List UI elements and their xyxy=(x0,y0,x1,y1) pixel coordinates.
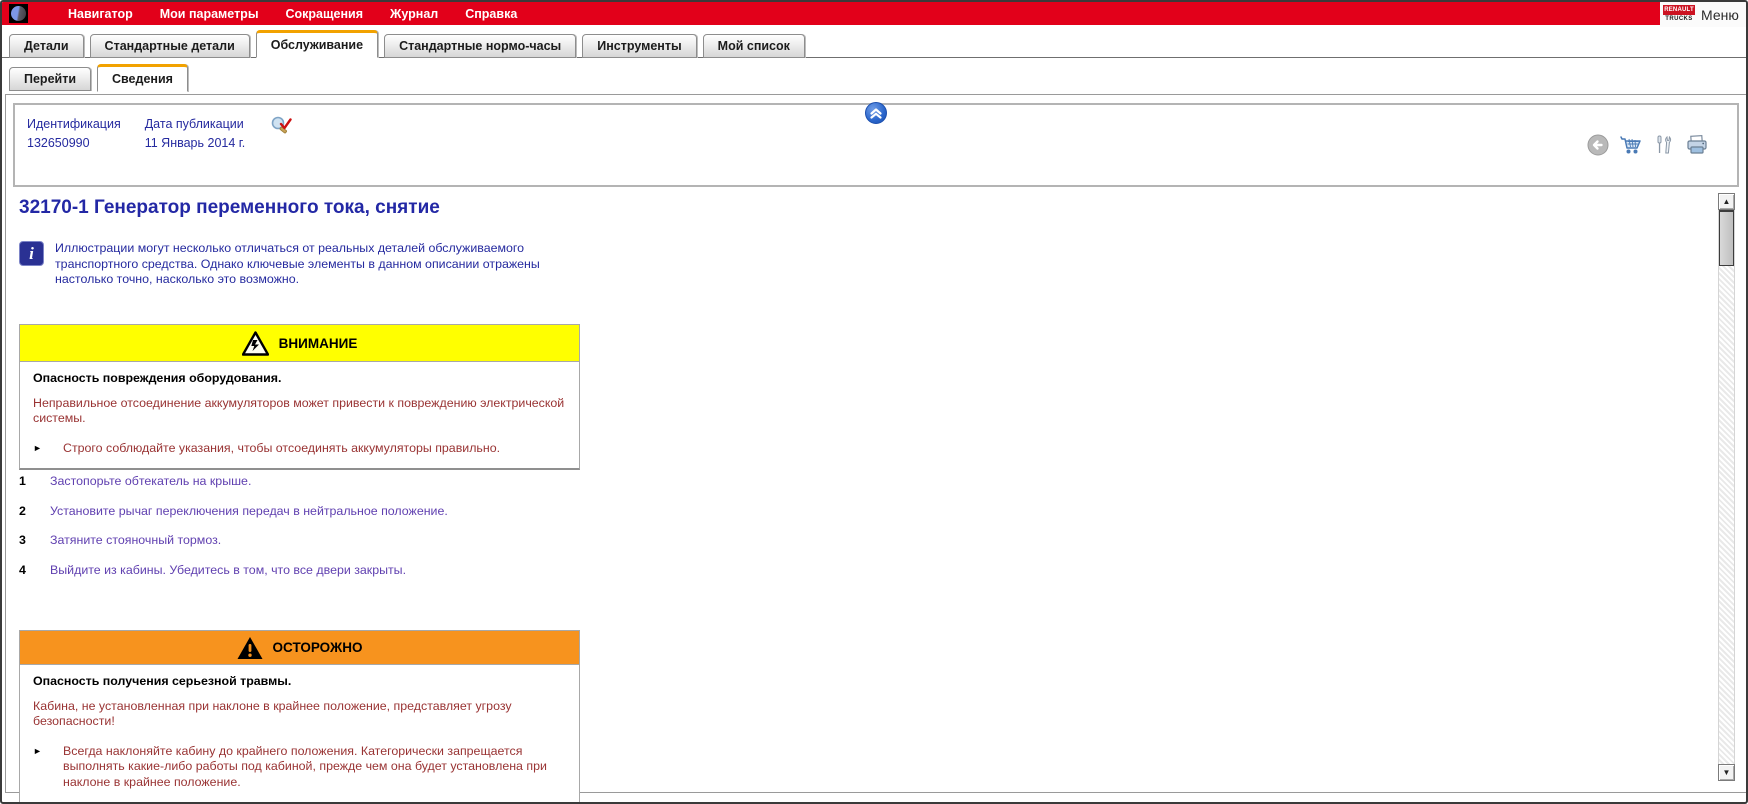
publication-date-value: 11 Январь 2014 г. xyxy=(145,136,246,150)
info-note-text: Иллюстрации могут несколько отличаться о… xyxy=(55,241,583,288)
caution-instruction: ► Строго соблюдайте указания, чтобы отсо… xyxy=(33,441,566,457)
tab-standard-parts[interactable]: Стандартные детали xyxy=(90,34,250,58)
cart-icon[interactable] xyxy=(1619,133,1643,157)
top-navigation: Навигатор Мои параметры Сокращения Журна… xyxy=(68,7,517,21)
tools-icon[interactable] xyxy=(1652,133,1676,157)
warning-instruction-text: Всегда наклоняйте кабину до крайнего пол… xyxy=(63,744,566,791)
caution-box-header: ВНИМАНИЕ xyxy=(20,325,579,362)
bullet-arrow-icon: ► xyxy=(33,744,63,791)
scrollbar-thumb[interactable] xyxy=(1719,210,1734,266)
caution-instruction-text: Строго соблюдайте указания, чтобы отсоед… xyxy=(63,441,566,457)
identification-panel: Идентификация 132650990 Дата публикации … xyxy=(13,103,1739,187)
identification-label: Идентификация xyxy=(27,117,121,131)
warning-box-body: Опасность получения серьезной травмы. Ка… xyxy=(20,665,579,802)
search-check-icon[interactable] xyxy=(269,115,293,150)
warning-box: ОСТОРОЖНО Опасность получения серьезной … xyxy=(19,630,580,804)
warning-danger-text: Опасность получения серьезной травмы. xyxy=(33,674,566,690)
menu-my-parameters[interactable]: Мои параметры xyxy=(160,7,259,21)
sub-tab-bar: Перейти Сведения xyxy=(2,63,1748,90)
caution-header-label: ВНИМАНИЕ xyxy=(279,336,358,351)
caution-box-body: Опасность повреждения оборудования. Непр… xyxy=(20,362,579,468)
chevron-up-double-icon xyxy=(869,106,883,120)
warning-triangle-icon xyxy=(237,636,263,660)
print-icon[interactable] xyxy=(1685,133,1709,157)
app-logo-icon[interactable] xyxy=(9,4,28,23)
menu-help[interactable]: Справка xyxy=(465,7,517,21)
publication-column: Дата публикации 11 Январь 2014 г. xyxy=(145,117,246,150)
menu-navigator[interactable]: Навигатор xyxy=(68,7,133,21)
caution-danger-text: Опасность повреждения оборудования. xyxy=(33,371,566,387)
publication-date-label: Дата публикации xyxy=(145,117,246,131)
menu-journal[interactable]: Журнал xyxy=(390,7,438,21)
brand-line-2: TRUCKS xyxy=(1663,15,1695,23)
step-row: 4 Выйдите из кабины. Убедитесь в том, чт… xyxy=(19,563,619,579)
tab-goto[interactable]: Перейти xyxy=(9,67,91,91)
bullet-arrow-icon: ► xyxy=(33,441,63,457)
brand-line-1: RENAULT xyxy=(1663,5,1695,15)
caution-box: ВНИМАНИЕ Опасность повреждения оборудова… xyxy=(19,324,580,470)
main-tab-bar: Детали Стандартные детали Обслуживание С… xyxy=(2,31,1748,58)
step-row: 1 Застопорьте обтекатель на крыше. xyxy=(19,474,619,490)
globe-sphere-icon xyxy=(11,6,26,21)
content-area: Идентификация 132650990 Дата публикации … xyxy=(5,94,1747,793)
back-icon[interactable] xyxy=(1586,133,1610,157)
warning-body-text: Кабина, не установленная при наклоне в к… xyxy=(33,699,566,730)
menu-button[interactable]: Меню xyxy=(1701,7,1739,23)
application-window: Навигатор Мои параметры Сокращения Журна… xyxy=(0,0,1748,804)
caution-triangle-icon xyxy=(242,331,269,356)
identification-block: Идентификация 132650990 Дата публикации … xyxy=(27,117,293,150)
step-text: Установите рычаг переключения передач в … xyxy=(50,504,448,520)
step-text: Выйдите из кабины. Убедитесь в том, что … xyxy=(50,563,406,579)
scrollbar-track[interactable] xyxy=(1718,210,1735,764)
collapse-panel-button[interactable] xyxy=(865,102,887,124)
step-number: 3 xyxy=(19,533,50,549)
renault-trucks-logo[interactable]: RENAULT TRUCKS xyxy=(1663,5,1695,24)
warning-header-label: ОСТОРОЖНО xyxy=(273,640,363,655)
identification-value: 132650990 xyxy=(27,136,121,150)
scroll-down-button[interactable]: ▼ xyxy=(1718,764,1735,781)
tab-tools[interactable]: Инструменты xyxy=(582,34,696,58)
tab-service[interactable]: Обслуживание xyxy=(256,30,378,58)
tab-standard-hours[interactable]: Стандартные нормо-часы xyxy=(384,34,576,58)
tab-information[interactable]: Сведения xyxy=(97,64,188,92)
article-title: 32170-1 Генератор переменного тока, снят… xyxy=(19,197,440,219)
procedure-steps: 1 Застопорьте обтекатель на крыше. 2 Уст… xyxy=(19,474,619,592)
step-number: 4 xyxy=(19,563,50,579)
step-row: 3 Затяните стояночный тормоз. xyxy=(19,533,619,549)
top-bar-right: RENAULT TRUCKS Меню xyxy=(1660,2,1746,27)
step-text: Застопорьте обтекатель на крыше. xyxy=(50,474,251,490)
step-text: Затяните стояночный тормоз. xyxy=(50,533,221,549)
header-action-icons xyxy=(1586,133,1709,157)
step-row: 2 Установите рычаг переключения передач … xyxy=(19,504,619,520)
vertical-scrollbar[interactable]: ▲ ▼ xyxy=(1718,193,1735,781)
info-note: i Иллюстрации могут несколько отличаться… xyxy=(19,241,583,288)
warning-instruction: ► Всегда наклоняйте кабину до крайнего п… xyxy=(33,744,566,791)
tab-my-list[interactable]: Мой список xyxy=(703,34,805,58)
menu-abbreviations[interactable]: Сокращения xyxy=(286,7,364,21)
warning-box-header: ОСТОРОЖНО xyxy=(20,631,579,665)
caution-body-text: Неправильное отсоединение аккумуляторов … xyxy=(33,396,566,427)
tab-details[interactable]: Детали xyxy=(9,34,84,58)
info-icon: i xyxy=(19,241,44,266)
step-number: 2 xyxy=(19,504,50,520)
scroll-up-button[interactable]: ▲ xyxy=(1718,193,1735,210)
identification-column: Идентификация 132650990 xyxy=(27,117,121,150)
step-number: 1 xyxy=(19,474,50,490)
top-menu-bar: Навигатор Мои параметры Сокращения Журна… xyxy=(2,2,1664,25)
